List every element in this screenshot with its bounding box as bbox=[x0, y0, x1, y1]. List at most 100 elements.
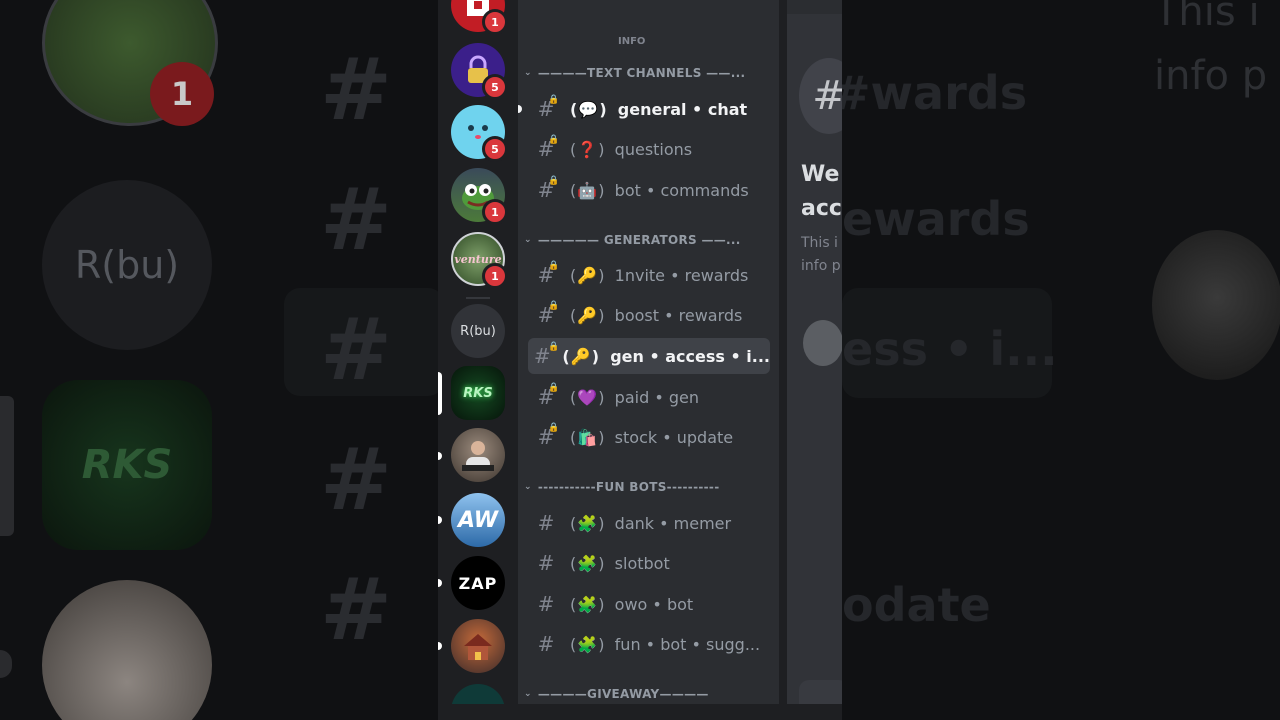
text-channel-icon: # bbox=[537, 632, 555, 656]
channel-dank-memer[interactable]: # (🧩) dank • memer bbox=[528, 505, 770, 541]
mention-badge: 1 bbox=[482, 199, 508, 225]
bg-hash-3: # bbox=[320, 300, 393, 400]
server-house[interactable] bbox=[451, 619, 505, 673]
chevron-down-icon: ⌄ bbox=[524, 235, 532, 245]
server-rbu[interactable]: R(bu) bbox=[451, 304, 505, 358]
bg-badge-text: 1 bbox=[170, 75, 194, 113]
locked-text-channel-icon: # 🔒 bbox=[537, 95, 560, 121]
house-avatar-icon bbox=[451, 619, 505, 673]
server-zap[interactable]: ZAP bbox=[451, 556, 505, 610]
channel-description: This i info p bbox=[801, 235, 841, 274]
channel-label: gen • access • i... bbox=[610, 346, 770, 366]
bottom-bar bbox=[438, 704, 842, 720]
server-smiley[interactable]: 5 bbox=[451, 105, 508, 162]
unread-indicator bbox=[438, 642, 442, 650]
server-aw[interactable]: AW bbox=[451, 493, 505, 547]
unread-indicator bbox=[438, 516, 442, 524]
channel-name: (🧩) owo • bot bbox=[570, 594, 694, 614]
channel-name: (❓) questions bbox=[570, 139, 693, 159]
channel-questions[interactable]: # 🔒 (❓) questions bbox=[528, 131, 770, 167]
mention-badge: 1 bbox=[482, 263, 508, 289]
locked-text-channel-icon: # 🔒 bbox=[537, 261, 560, 287]
server-rbu-text: R(bu) bbox=[451, 304, 505, 358]
server-roblox[interactable]: 1 bbox=[451, 0, 508, 35]
rbu-bg-avatar: R(bu) bbox=[42, 180, 212, 350]
channel-paid-gen[interactable]: # 🔒 (💜) paid • gen bbox=[528, 379, 770, 415]
person-avatar-icon bbox=[451, 428, 505, 482]
bg-update-text: odate bbox=[842, 578, 991, 632]
category-text-channels[interactable]: ⌄ ————TEXT CHANNELS ——... bbox=[524, 66, 745, 80]
channel-emoji: 🧩 bbox=[577, 513, 598, 533]
text-channel-icon: # bbox=[537, 551, 555, 575]
channel-slotbot[interactable]: # (🧩) slotbot bbox=[528, 545, 770, 581]
category-fun-bots[interactable]: ⌄ -----------FUN BOTS---------- bbox=[524, 480, 719, 494]
welcome-heading: We acc bbox=[801, 162, 842, 221]
channel-hash-icon: # bbox=[799, 58, 842, 134]
channel-emoji: 🔑 bbox=[577, 305, 598, 325]
server-person[interactable] bbox=[451, 428, 505, 482]
locked-text-channel-icon: # 🔒 bbox=[537, 135, 560, 161]
channel-stock-update[interactable]: # 🔒 (🛍️) stock • update bbox=[528, 419, 770, 455]
mention-badge: 5 bbox=[482, 74, 508, 100]
channel-label: owo • bot bbox=[614, 594, 694, 614]
locked-text-channel-icon: # 🔒 bbox=[537, 383, 560, 409]
category-generators[interactable]: ⌄ ————— GENERATORS ——... bbox=[524, 233, 741, 247]
server-list: 1 5 5 1 venture 1 R(bu) RKS AW ZAP bbox=[438, 0, 518, 720]
channel-gen-access[interactable]: # 🔒 (🔑) gen • access • i... bbox=[528, 338, 770, 374]
channel-invite-rewards[interactable]: # 🔒 (🔑) 1nvite • rewards bbox=[528, 257, 770, 293]
chevron-down-icon: ⌄ bbox=[524, 482, 532, 492]
channel-name: (🔑) boost • rewards bbox=[570, 305, 743, 325]
channel-label: general • chat bbox=[617, 99, 748, 119]
channel-label: dank • memer bbox=[614, 513, 732, 533]
category-label: ————GIVEAWAY———— bbox=[537, 687, 709, 701]
category-label: -----------FUN BOTS---------- bbox=[537, 480, 720, 494]
server-venture[interactable]: venture 1 bbox=[451, 232, 508, 289]
channel-emoji: 🤖 bbox=[577, 180, 598, 200]
channel-name: (💜) paid • gen bbox=[570, 387, 699, 407]
chat-pane-peek[interactable]: # We acc This i info p bbox=[787, 0, 842, 720]
channel-emoji: 🔑 bbox=[577, 265, 598, 285]
channel-label: bot • commands bbox=[614, 180, 749, 200]
channel-emoji: 🛍️ bbox=[577, 427, 598, 447]
locked-text-channel-icon: # 🔒 bbox=[537, 423, 560, 449]
blurred-background-left: 1 R(bu) RKS # # # # # bbox=[0, 0, 438, 720]
unread-indicator bbox=[518, 105, 522, 113]
unread-indicator bbox=[438, 452, 442, 460]
channel-label: 1nvite • rewards bbox=[614, 265, 749, 285]
chevron-down-icon: ⌄ bbox=[524, 68, 532, 78]
channel-general-chat[interactable]: # 🔒 (💬) general • chat bbox=[518, 91, 770, 127]
channel-name: (🧩) dank • memer bbox=[570, 513, 732, 533]
channel-name: (🛍️) stock • update bbox=[570, 427, 734, 447]
bg-rewards-2: ewards bbox=[842, 192, 1030, 246]
user-avatar bbox=[803, 320, 842, 366]
channel-list: INFO ⌄ ————TEXT CHANNELS ——... # 🔒 (💬) ge… bbox=[518, 0, 779, 720]
category-info[interactable]: INFO bbox=[618, 36, 645, 47]
server-lock[interactable]: 5 bbox=[451, 43, 508, 100]
channel-fun-bot-suggestions[interactable]: # (🧩) fun • bot • sugg... bbox=[528, 626, 770, 662]
bg-hash-4: # bbox=[320, 430, 393, 530]
channel-name: (🤖) bot • commands bbox=[570, 180, 749, 200]
channel-boost-rewards[interactable]: # 🔒 (🔑) boost • rewards bbox=[528, 297, 770, 333]
rks-bg-avatar: RKS bbox=[42, 380, 212, 550]
text-channel-icon: # bbox=[537, 511, 555, 535]
server-pepe[interactable]: 1 bbox=[451, 168, 508, 225]
channel-emoji: 🔑 bbox=[570, 346, 591, 366]
channel-emoji: 💬 bbox=[578, 99, 599, 119]
channel-name: (💬) general • chat bbox=[570, 99, 748, 119]
channel-emoji: 🧩 bbox=[577, 553, 598, 573]
server-rks[interactable]: RKS bbox=[451, 366, 505, 420]
channel-bot-commands[interactable]: # 🔒 (🤖) bot • commands bbox=[528, 172, 770, 208]
bg-rewards-1: #wards bbox=[842, 66, 1028, 120]
chat-header-bar bbox=[787, 0, 842, 14]
server-zap-text: ZAP bbox=[451, 556, 505, 610]
channel-name: (🧩) fun • bot • sugg... bbox=[570, 634, 761, 654]
selected-server-indicator bbox=[438, 372, 442, 415]
bg-rks-text: RKS bbox=[81, 442, 173, 488]
category-giveaway[interactable]: ⌄ ————GIVEAWAY———— bbox=[524, 687, 709, 701]
unread-indicator bbox=[438, 579, 442, 587]
bg-right-top-text: This i info p bbox=[1154, 0, 1268, 99]
channel-owo-bot[interactable]: # (🧩) owo • bot bbox=[528, 586, 770, 622]
channel-label: stock • update bbox=[614, 427, 734, 447]
bg-hash-5: # bbox=[320, 560, 393, 660]
channel-label: fun • bot • sugg... bbox=[614, 634, 761, 654]
